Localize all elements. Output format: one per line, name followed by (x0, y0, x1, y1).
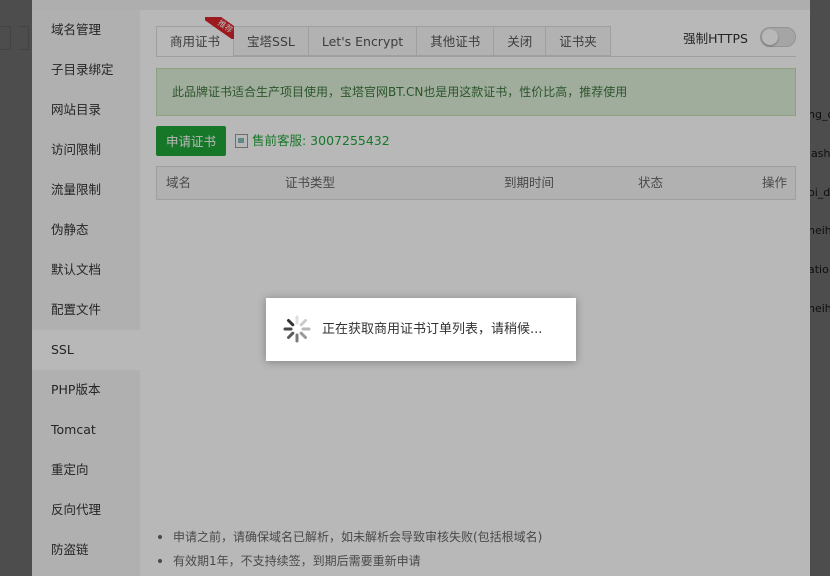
loading-text: 正在获取商用证书订单列表，请稍候... (322, 322, 543, 337)
loading-overlay (0, 0, 830, 576)
loading-dialog: 正在获取商用证书订单列表，请稍候... (266, 298, 576, 361)
loading-spinner-icon (283, 315, 311, 343)
